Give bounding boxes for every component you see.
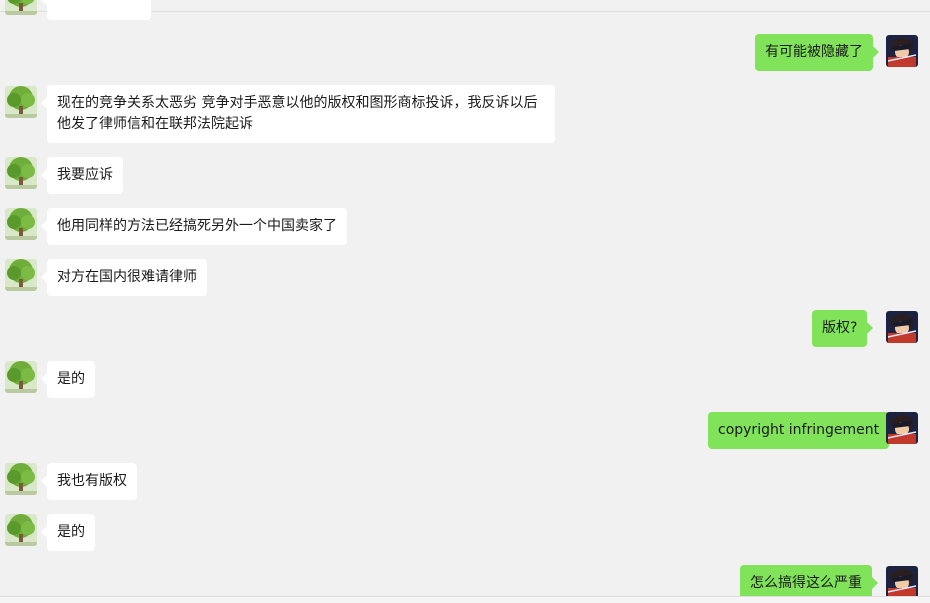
tree-avatar-icon (5, 208, 37, 240)
message-bubble-received[interactable] (41, 0, 151, 20)
my-avatar[interactable] (886, 412, 918, 444)
contact-avatar[interactable] (5, 361, 37, 393)
contact-avatar[interactable] (5, 86, 37, 118)
anime-avatar-icon (886, 566, 918, 598)
contact-avatar[interactable] (5, 0, 37, 15)
message-bubble-received[interactable]: 我要应诉 (41, 157, 123, 194)
message-bubble-sent[interactable]: 有可能被隐藏了 (755, 34, 879, 71)
message-bubble-received[interactable]: 是的 (41, 361, 95, 398)
message-text: 是的 (57, 524, 85, 540)
message-text: 版权? (822, 320, 858, 336)
message-bubble-received[interactable]: 他用同样的方法已经搞死另外一个中国卖家了 (41, 208, 347, 245)
my-avatar[interactable] (886, 566, 918, 598)
anime-avatar-icon (886, 35, 918, 67)
contact-avatar[interactable] (5, 157, 37, 189)
message-text: 我也有版权 (57, 473, 127, 489)
message-text: 他用同样的方法已经搞死另外一个中国卖家了 (57, 218, 337, 234)
message-text-line: 现在的竞争关系太恶劣 竞争对手恶意以他的版权和图形商标投诉，我反诉以后 (57, 95, 538, 111)
tree-avatar-icon (5, 157, 37, 189)
message-bubble-sent[interactable]: 版权? (812, 310, 874, 347)
message-bubble-received[interactable]: 现在的竞争关系太恶劣 竞争对手恶意以他的版权和图形商标投诉，我反诉以后 他发了律… (41, 85, 555, 143)
contact-avatar[interactable] (5, 463, 37, 495)
message-text: 我要应诉 (57, 167, 113, 183)
message-bubble-received[interactable]: 是的 (41, 514, 95, 551)
tree-avatar-icon (5, 259, 37, 291)
anime-avatar-icon (886, 412, 918, 444)
message-text: copyright infringement (718, 422, 880, 438)
message-text: 对方在国内很难请律师 (57, 269, 197, 285)
message-bubble-received[interactable]: 对方在国内很难请律师 (41, 259, 207, 296)
contact-avatar[interactable] (5, 259, 37, 291)
message-text: 有可能被隐藏了 (765, 44, 863, 60)
message-bubble-received[interactable]: 我也有版权 (41, 463, 137, 500)
my-avatar[interactable] (886, 311, 918, 343)
anime-avatar-icon (886, 311, 918, 343)
contact-avatar[interactable] (5, 514, 37, 546)
contact-avatar[interactable] (5, 208, 37, 240)
tree-avatar-icon (5, 0, 37, 15)
message-text: 怎么搞得这么严重 (750, 575, 862, 591)
my-avatar[interactable] (886, 35, 918, 67)
tree-avatar-icon (5, 463, 37, 495)
message-bubble-sent[interactable]: copyright infringement (708, 412, 896, 449)
message-text-line: 他发了律师信和在联邦法院起诉 (57, 116, 253, 132)
composer-area[interactable] (0, 597, 930, 603)
tree-avatar-icon (5, 86, 37, 118)
tree-avatar-icon (5, 361, 37, 393)
tree-avatar-icon (5, 514, 37, 546)
message-text: 是的 (57, 371, 85, 387)
